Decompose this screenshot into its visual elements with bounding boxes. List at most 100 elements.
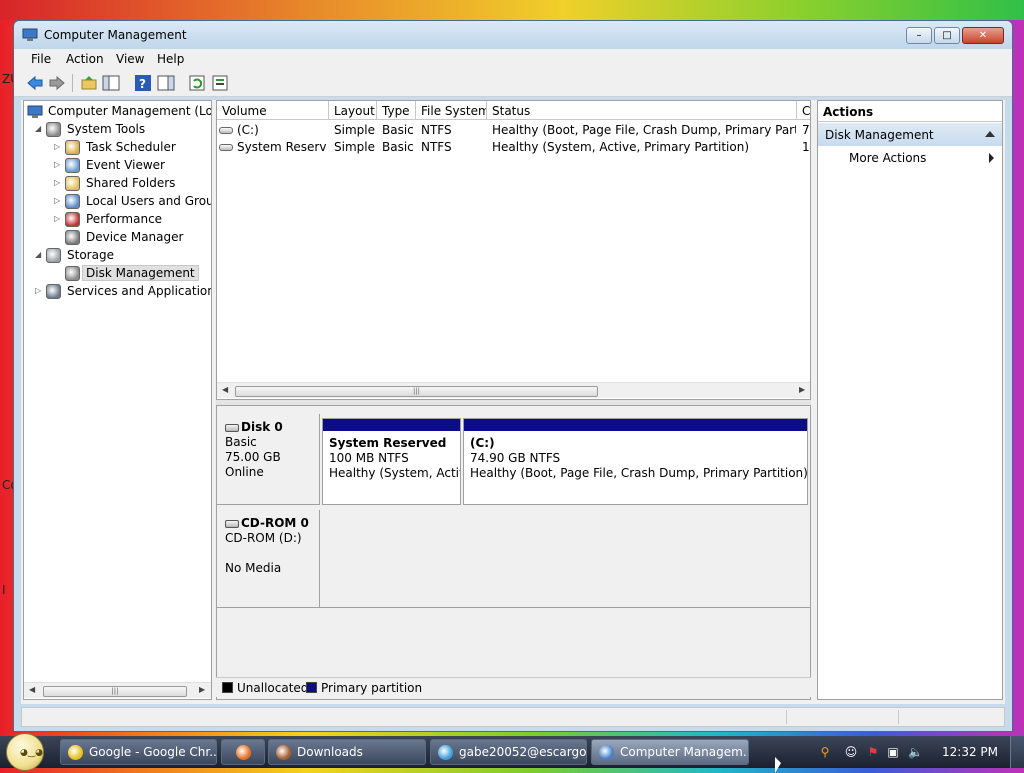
tree-item-performance[interactable]: ▷ Performance	[27, 211, 211, 229]
actions-pane: Actions Disk Management More Actions	[817, 100, 1003, 700]
tree-item-local-users-and-groups[interactable]: ▷Local Users and Groups	[27, 193, 211, 211]
downloads-icon	[276, 745, 291, 760]
tree-item-services-and-applications[interactable]: ▷ Services and Applications	[27, 283, 211, 301]
column-volume[interactable]: Volume	[217, 101, 329, 120]
partition-system-reserved[interactable]: System Reserved 100 MB NTFS Healthy (Sys…	[322, 418, 461, 505]
disk-management-icon	[65, 266, 80, 281]
collapsed-arrow-icon[interactable]: ▷	[54, 214, 60, 223]
menu-file[interactable]: File	[31, 52, 51, 66]
collapsed-arrow-icon[interactable]: ▷	[54, 178, 60, 187]
desktop-edge-text: I	[2, 583, 6, 597]
tree-item-storage[interactable]: ◢ Storage	[27, 247, 211, 265]
menu-view[interactable]: View	[116, 52, 144, 66]
tree-item-disk-management[interactable]: Disk Management	[27, 265, 211, 283]
collapsed-arrow-icon[interactable]: ▷	[54, 196, 60, 205]
minimize-button[interactable]: –	[906, 27, 932, 44]
scroll-left-icon[interactable]: ◀	[222, 385, 228, 394]
column-layout[interactable]: Layout	[329, 101, 377, 120]
partition-c-drive[interactable]: (C:) 74.90 GB NTFS Healthy (Boot, Page F…	[463, 418, 808, 505]
column-type[interactable]: Type	[377, 101, 416, 120]
collapsed-arrow-icon[interactable]: ▷	[54, 142, 60, 151]
volume-cell-status: Healthy (System, Active, Primary Partiti…	[492, 140, 750, 154]
storage-icon	[46, 248, 61, 263]
expanded-arrow-icon[interactable]: ◢	[35, 250, 41, 259]
show-hide-action-pane-icon[interactable]	[157, 74, 175, 92]
tree-horizontal-scrollbar[interactable]: ◀ ||| ▶	[24, 682, 211, 698]
mouse-cursor	[775, 757, 781, 773]
start-button[interactable]: ◕‿◕	[6, 733, 44, 771]
taskbar-button-messenger[interactable]: gabe20052@escargo...	[430, 739, 587, 765]
toolbar: ?	[14, 69, 1012, 97]
taskbar: ◕‿◕ Google - Google Chr... Downloads gabe2…	[0, 733, 1024, 771]
clock[interactable]: 12:32 PM	[942, 745, 998, 759]
performance-icon	[65, 212, 80, 227]
collapse-up-icon[interactable]	[985, 131, 995, 137]
taskbar-button-computer-management[interactable]: Computer Managem...	[591, 739, 749, 765]
legend-bar: Unallocated Primary partition	[216, 677, 811, 697]
close-button[interactable]: ✕	[962, 27, 1004, 44]
volume-row[interactable]: System Reserved Simple Basic NTFS Healthy (S…	[217, 139, 810, 156]
tree-item-event-viewer[interactable]: ▷ Event Viewer	[27, 157, 211, 175]
show-hide-console-tree-icon[interactable]	[102, 74, 120, 92]
tree-item-shared-folders[interactable]: ▷ Shared Folders	[27, 175, 211, 193]
network-icon[interactable]: ▣	[886, 745, 900, 759]
scrollbar-thumb[interactable]: |||	[235, 386, 598, 397]
taskbar-button-downloads[interactable]: Downloads	[268, 739, 426, 765]
volume-list-horizontal-scrollbar[interactable]: ◀ ||| ▶	[217, 382, 810, 398]
volume-name: (C:)	[237, 123, 259, 137]
desktop-background-strip	[0, 0, 1024, 20]
tree-item-computer-management[interactable]: Computer Management (Local	[27, 103, 211, 121]
menu-help[interactable]: Help	[157, 52, 184, 66]
client-area: Computer Management (Local ◢ System Tools…	[21, 100, 1005, 704]
volume-cell-fs: NTFS	[421, 123, 452, 137]
show-desktop-button[interactable]	[1010, 736, 1024, 768]
menu-action[interactable]: Action	[66, 52, 104, 66]
more-actions-item[interactable]: More Actions	[849, 151, 926, 165]
window-title: Computer Management	[44, 28, 187, 42]
primary-partition-bar	[464, 419, 807, 431]
scroll-left-icon[interactable]: ◀	[29, 685, 35, 694]
column-file-system[interactable]: File System	[416, 101, 487, 120]
scrollbar-thumb[interactable]: |||	[43, 686, 187, 697]
column-capacity[interactable]: C	[797, 101, 810, 120]
drive-icon	[219, 127, 233, 134]
menu-bar: File Action View Help	[14, 49, 1012, 69]
tree-item-device-manager[interactable]: Device Manager	[27, 229, 211, 247]
scroll-right-icon[interactable]: ▶	[799, 385, 805, 394]
maximize-button[interactable]: □	[934, 27, 960, 44]
action-center-icon[interactable]: ⚑	[866, 745, 880, 759]
services-icon	[46, 284, 61, 299]
actions-section-disk-management[interactable]: Disk Management	[818, 123, 1002, 146]
expanded-arrow-icon[interactable]: ◢	[35, 124, 41, 133]
volume-cell-cap: 10	[802, 140, 810, 154]
collapsed-arrow-icon[interactable]: ▷	[54, 160, 60, 169]
volume-cell-fs: NTFS	[421, 140, 452, 154]
title-bar[interactable]: Computer Management – □ ✕	[14, 21, 1012, 49]
disk-0-label[interactable]: Disk 0 Basic 75.00 GB Online	[217, 414, 320, 505]
svg-text:?: ?	[139, 77, 146, 91]
scroll-right-icon[interactable]: ▶	[199, 685, 205, 694]
help-icon[interactable]: ?	[134, 74, 152, 92]
collapsed-arrow-icon[interactable]: ▷	[35, 286, 41, 295]
refresh-icon[interactable]	[188, 74, 206, 92]
users-icon	[65, 194, 80, 209]
volume-icon[interactable]: 🔈	[908, 745, 923, 759]
back-arrow-icon[interactable]	[26, 74, 44, 92]
cdrom-0-label[interactable]: CD-ROM 0 CD-ROM (D:) No Media	[217, 510, 320, 608]
tree-item-system-tools[interactable]: ◢ System Tools	[27, 121, 211, 139]
tree-item-task-scheduler[interactable]: ▷ Task Scheduler	[27, 139, 211, 157]
forward-arrow-icon[interactable]	[48, 74, 66, 92]
up-folder-icon[interactable]	[80, 74, 98, 92]
device-manager-icon	[65, 230, 80, 245]
event-viewer-icon	[65, 158, 80, 173]
taskbar-button-firefox[interactable]	[221, 739, 265, 765]
smiley-icon: ◕‿◕	[20, 748, 43, 758]
search-icon[interactable]: ⚲	[818, 745, 832, 759]
taskbar-button-chrome[interactable]: Google - Google Chr...	[60, 739, 217, 765]
column-status[interactable]: Status	[487, 101, 797, 120]
properties-icon[interactable]	[211, 74, 229, 92]
messenger-status-icon[interactable]: ☺	[844, 745, 858, 759]
volume-row[interactable]: (C:) Simple Basic NTFS Healthy (Boot, Page F…	[217, 122, 810, 139]
chrome-icon	[68, 745, 83, 760]
tools-icon	[46, 122, 61, 137]
